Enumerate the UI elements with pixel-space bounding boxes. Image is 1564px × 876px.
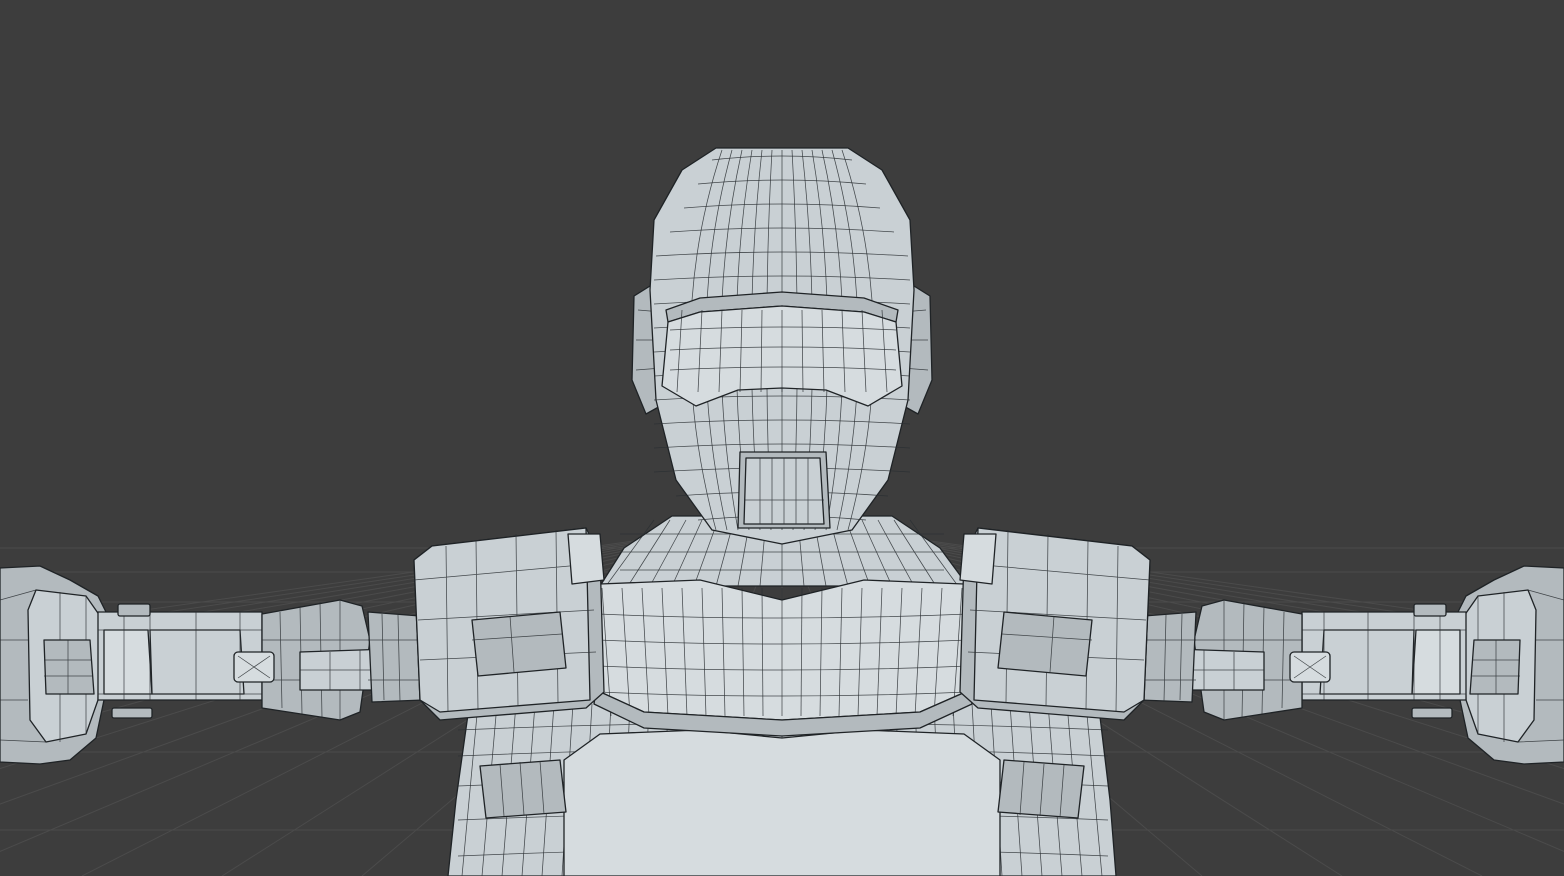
left-shoulder-pad[interactable] <box>413 527 605 721</box>
helmet[interactable] <box>631 147 933 545</box>
collar-plate[interactable] <box>593 579 973 737</box>
3d-viewport[interactable] <box>0 0 1564 876</box>
right-shoulder-pad[interactable] <box>959 527 1151 721</box>
